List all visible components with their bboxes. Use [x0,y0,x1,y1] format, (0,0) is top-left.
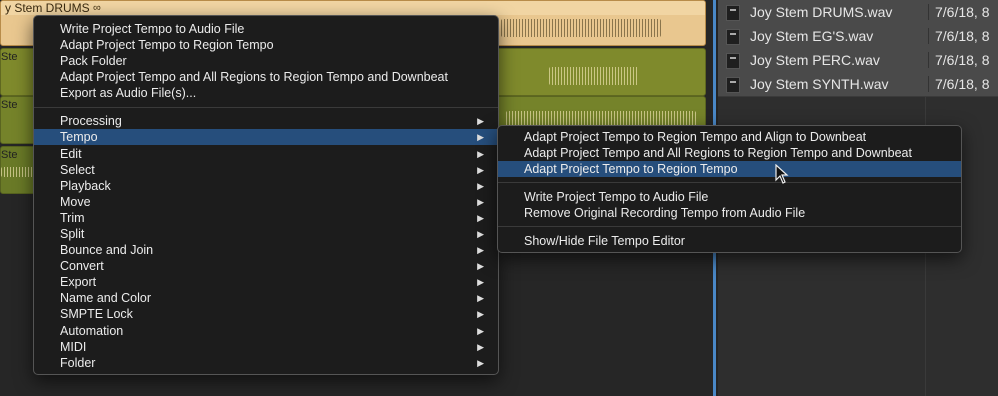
file-name: Joy Stem SYNTH.wav [750,76,889,92]
menu-item-label: Trim [60,211,85,225]
file-name: Joy Stem PERC.wav [750,52,880,68]
waveform [501,19,661,37]
menu-item-label: Processing [60,114,122,128]
file-date: 7/6/18, 8 [928,52,990,68]
submenu-arrow-icon: ▶ [477,309,484,319]
region-title: Ste [1,149,18,161]
menu-item-name-and-color[interactable]: Name and Color ▶ [34,290,498,306]
waveform [549,67,639,85]
menu-item-split[interactable]: Split ▶ [34,226,498,242]
menu-item-label: Convert [60,259,104,273]
submenu-item-write-tempo[interactable]: Write Project Tempo to Audio File [498,189,961,205]
region-title: y Stem DRUMS [5,1,90,15]
region-title: Ste [1,99,18,111]
menu-item-trim[interactable]: Trim ▶ [34,210,498,226]
submenu-arrow-icon: ▶ [477,342,484,352]
menu-item-smpte-lock[interactable]: SMPTE Lock ▶ [34,306,498,322]
waveform [1,167,35,177]
submenu-arrow-icon: ▶ [477,358,484,368]
file-row[interactable]: Joy Stem DRUMS.wav 7/6/18, 8 [718,0,998,25]
submenu-arrow-icon: ▶ [477,213,484,223]
submenu-item-align-downbeat[interactable]: Adapt Project Tempo to Region Tempo and … [498,129,961,145]
menu-item-label: Name and Color [60,291,152,305]
file-row[interactable]: Joy Stem EG'S.wav 7/6/18, 8 [718,24,998,49]
submenu-arrow-icon: ▶ [477,181,484,191]
submenu-arrow-icon: ▶ [477,132,484,142]
submenu-item-all-regions-downbeat[interactable]: Adapt Project Tempo and All Regions to R… [498,145,961,161]
menu-item-label: Bounce and Join [60,243,154,257]
submenu-arrow-icon: ▶ [477,165,484,175]
menu-item-convert[interactable]: Convert ▶ [34,258,498,274]
region-header: y Stem DRUMS ∞ [1,1,705,15]
menu-item-pack-folder[interactable]: Pack Folder [34,53,498,69]
menu-item-label: MIDI [60,340,87,354]
menu-item-processing[interactable]: Processing ▶ [34,113,498,129]
submenu-arrow-icon: ▶ [477,293,484,303]
loop-icon: ∞ [93,2,101,14]
submenu-arrow-icon: ▶ [477,149,484,159]
submenu-arrow-icon: ▶ [477,261,484,271]
submenu-item-file-tempo-editor[interactable]: Show/Hide File Tempo Editor [498,233,961,249]
menu-item-adapt-project-tempo[interactable]: Adapt Project Tempo to Region Tempo [34,37,498,53]
submenu-arrow-icon: ▶ [477,245,484,255]
submenu-arrow-icon: ▶ [477,229,484,239]
tempo-submenu: Adapt Project Tempo to Region Tempo and … [497,125,962,253]
file-name: Joy Stem EG'S.wav [750,28,874,44]
audio-file-icon [726,29,740,45]
audio-file-icon [726,77,740,93]
file-row[interactable]: Joy Stem SYNTH.wav 7/6/18, 8 [718,72,998,97]
file-date: 7/6/18, 8 [928,76,990,92]
audio-file-icon [726,5,740,21]
menu-item-label: Select [60,163,95,177]
menu-item-folder[interactable]: Folder ▶ [34,355,498,371]
menu-item-label: Split [60,227,85,241]
region-title: Ste [1,51,18,63]
mouse-pointer-icon [775,164,789,184]
menu-item-label: Export [60,275,97,289]
menu-item-edit[interactable]: Edit ▶ [34,146,498,162]
submenu-arrow-icon: ▶ [477,116,484,126]
menu-item-label: Edit [60,147,82,161]
submenu-arrow-icon: ▶ [477,326,484,336]
menu-item-label: SMPTE Lock [60,307,133,321]
menu-separator [498,226,961,227]
file-date: 7/6/18, 8 [928,4,990,20]
menu-item-select[interactable]: Select ▶ [34,162,498,178]
menu-item-adapt-all-regions[interactable]: Adapt Project Tempo and All Regions to R… [34,69,498,85]
menu-item-playback[interactable]: Playback ▶ [34,178,498,194]
menu-item-midi[interactable]: MIDI ▶ [34,339,498,355]
menu-item-export-audio[interactable]: Export as Audio File(s)... [34,85,498,101]
menu-item-automation[interactable]: Automation ▶ [34,323,498,339]
menu-item-label: Playback [60,179,111,193]
menu-item-move[interactable]: Move ▶ [34,194,498,210]
menu-item-bounce-and-join[interactable]: Bounce and Join ▶ [34,242,498,258]
submenu-arrow-icon: ▶ [477,197,484,207]
context-menu: Write Project Tempo to Audio File Adapt … [33,15,499,375]
menu-separator [34,107,498,108]
menu-item-label: Move [60,195,91,209]
menu-separator [498,182,961,183]
menu-item-write-project-tempo[interactable]: Write Project Tempo to Audio File [34,21,498,37]
submenu-arrow-icon: ▶ [477,277,484,287]
menu-item-label: Tempo [60,130,98,144]
menu-item-label: Folder [60,356,96,370]
menu-item-label: Automation [60,324,124,338]
file-date: 7/6/18, 8 [928,28,990,44]
menu-item-tempo[interactable]: Tempo ▶ [34,129,498,145]
file-row[interactable]: Joy Stem PERC.wav 7/6/18, 8 [718,48,998,73]
audio-file-icon [726,53,740,69]
menu-item-export[interactable]: Export ▶ [34,274,498,290]
file-name: Joy Stem DRUMS.wav [750,4,893,20]
submenu-item-adapt-region-tempo[interactable]: Adapt Project Tempo to Region Tempo [498,161,961,177]
submenu-item-remove-recording-tempo[interactable]: Remove Original Recording Tempo from Aud… [498,205,961,221]
